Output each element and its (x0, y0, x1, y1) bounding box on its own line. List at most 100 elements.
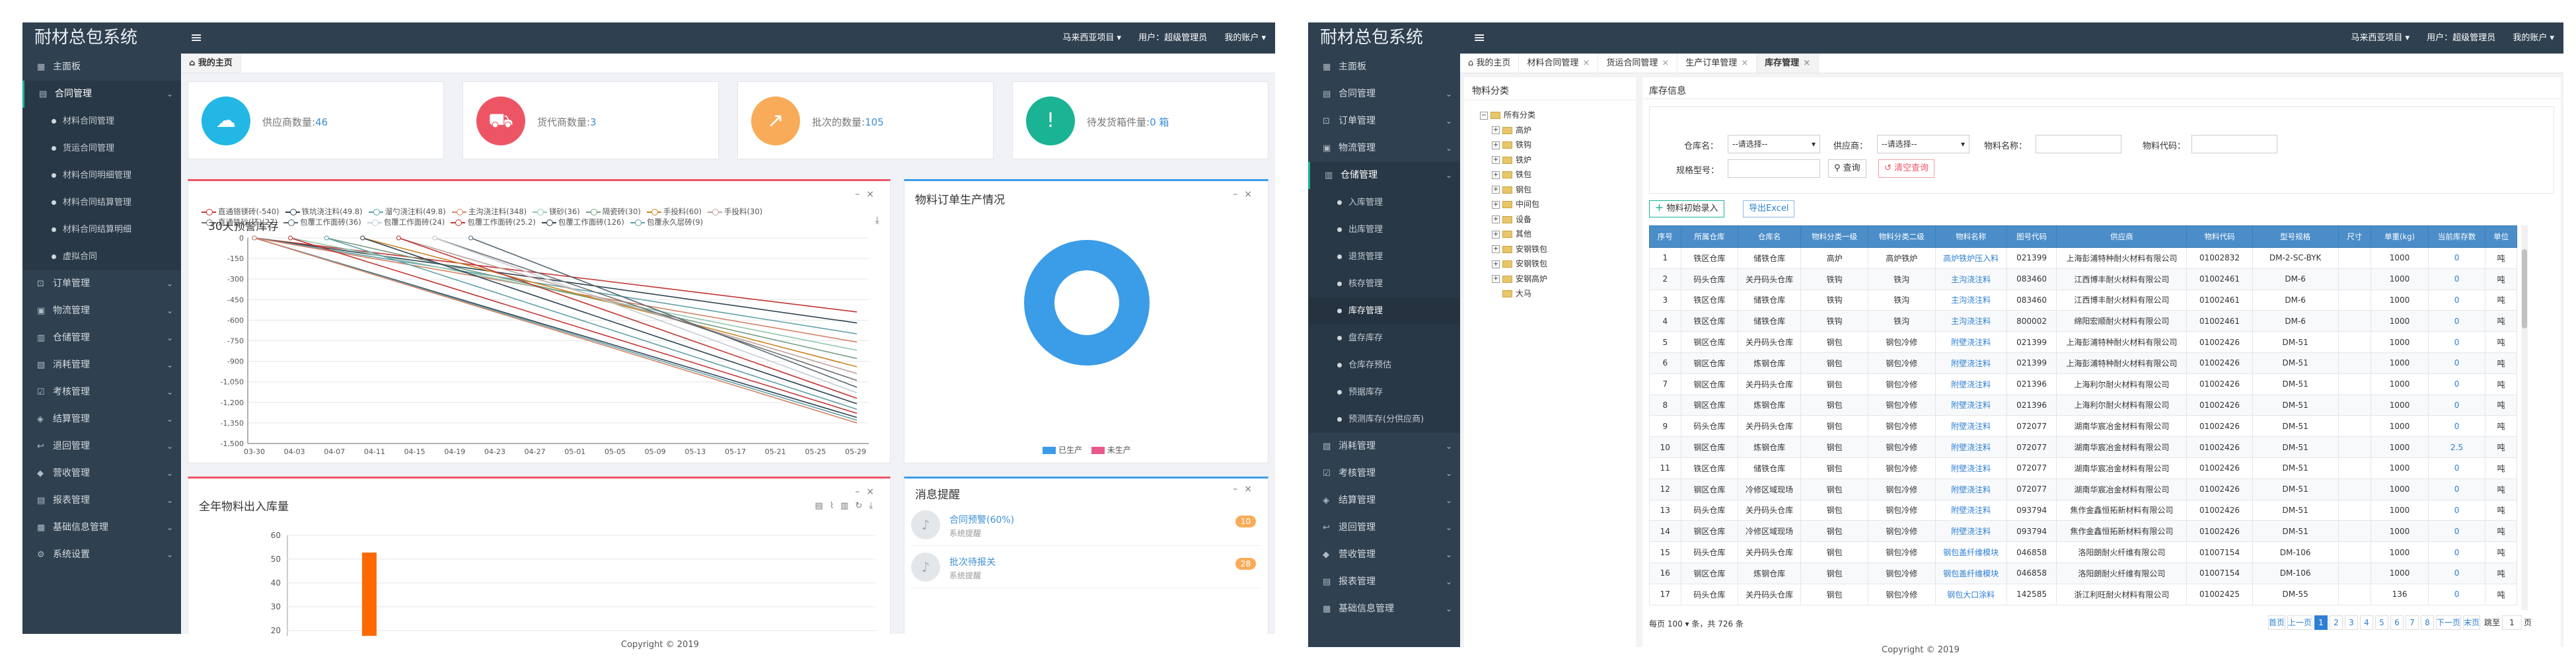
query-button[interactable]: ⚲ 查询 (1828, 159, 1866, 178)
close-tab-icon[interactable]: × (1582, 58, 1590, 68)
tree-node[interactable]: + 铁钩 (1480, 137, 1547, 153)
table-row[interactable]: 13 码头仓库 关丹码头仓库 钢包 钢包冷修 附壁浇注料 093794 焦作金鑫恒拓新材料有限… (1649, 499, 2517, 522)
jump-page-input[interactable]: 1 (2501, 615, 2522, 630)
sidebar-subitem[interactable]: 材料合同明细管理 (22, 162, 181, 189)
sidebar-subitem[interactable]: 库存管理 (1308, 297, 1460, 325)
sidebar-item[interactable]: ▦ 主面板 (22, 54, 181, 81)
page-button[interactable]: 8 (2420, 615, 2434, 630)
table-cell[interactable]: 钢包盖纤维模块 (1934, 541, 2007, 563)
table-row[interactable]: 2 码头仓库 关丹码头仓库 铁钩 铁沟 主沟浇注料 083460 江西博丰耐火材料有限公司 01… (1649, 268, 2517, 290)
table-row[interactable]: 8 钢区仓库 炼钢仓库 钢包 钢包冷修 附壁浇注料 021396 上海利尔耐火材料有限公司 01… (1649, 394, 2517, 416)
sidebar-item[interactable]: ↩ 退回管理 ⌄ (1308, 514, 1460, 541)
table-row[interactable]: 15 码头仓库 关丹码头仓库 钢包 钢包冷修 钢包盖纤维模块 046858 洛阳朗耐火纤维有限… (1649, 541, 2517, 563)
close-tab-icon[interactable]: × (1803, 58, 1810, 68)
tree-node[interactable]: + 安钢高炉 (1480, 272, 1547, 287)
tab[interactable]: ⌂ 我的主页 (1460, 54, 1520, 73)
spec-input[interactable] (1728, 159, 1820, 178)
table-cell[interactable]: 钢包大口涂料 (1934, 583, 2007, 605)
sidebar-item[interactable]: ▤ 合同管理 ⌄ (22, 81, 181, 108)
sidebar-subitem[interactable]: 货运合同管理 (22, 135, 181, 162)
sidebar-item[interactable]: ▥ 仓储管理 ⌄ (1308, 162, 1460, 189)
table-row[interactable]: 9 码头仓库 关丹码头仓库 钢包 钢包冷修 附壁浇注料 072077 湖南华宸冶金材料有限公司… (1649, 415, 2517, 438)
tree-node[interactable]: + 铁包 (1480, 167, 1547, 182)
tree-node[interactable]: − 所有分类 (1480, 108, 1547, 123)
supplier-select[interactable]: --请选择-- ▾ (1877, 135, 1969, 153)
sidebar-item[interactable]: ▣ 物流管理 ⌄ (1308, 135, 1460, 162)
table-cell[interactable]: 附壁浇注料 (1934, 457, 2007, 479)
tree-node[interactable]: + 铁炉 (1480, 153, 1547, 168)
sidebar-item[interactable]: ⚙ 系统设置 ⌄ (22, 541, 181, 568)
tab-home[interactable]: ⌂ 我的主页 (181, 54, 241, 73)
column-header[interactable]: 尺寸 (2337, 225, 2372, 248)
tree-node[interactable]: + 钢包 (1480, 182, 1547, 198)
clear-query-button[interactable]: ↺ 清空查询 (1878, 159, 1935, 178)
sidebar-item[interactable]: ▦ 基础信息管理 ⌄ (22, 514, 181, 541)
table-cell[interactable]: 附壁浇注料 (1934, 478, 2007, 500)
message-title[interactable]: 合同预警(60%) (949, 513, 1014, 526)
page-button[interactable]: 3 (2344, 615, 2358, 630)
sidebar-subitem[interactable]: 预据库存 (1308, 379, 1460, 406)
tab[interactable]: 库存管理 × (1757, 54, 1820, 73)
expand-icon[interactable]: + (1492, 245, 1500, 253)
sidebar-subitem[interactable]: 材料合同结算管理 (22, 189, 181, 216)
expand-icon[interactable]: + (1492, 215, 1500, 223)
account-menu[interactable]: 我的账户 ▾ (2513, 33, 2554, 43)
bar-switch-icon[interactable]: ▥ (840, 501, 855, 511)
tree-node[interactable]: + 安钢铁包 (1480, 242, 1547, 257)
sidebar-item[interactable]: ⊡ 订单管理 ⌄ (1308, 108, 1460, 135)
expand-icon[interactable]: + (1492, 260, 1500, 268)
expand-icon[interactable]: + (1492, 156, 1500, 164)
page-button[interactable]: 7 (2405, 615, 2419, 630)
data-view-icon[interactable]: ▤ (815, 501, 829, 511)
close-tab-icon[interactable]: × (1741, 58, 1748, 68)
sidebar-subitem[interactable]: 退货管理 (1308, 243, 1460, 270)
page-button[interactable]: 4 (2359, 615, 2373, 630)
sidebar-item[interactable]: ☑ 考核管理 ⌄ (22, 379, 181, 406)
account-menu[interactable]: 我的账户 ▾ (1224, 33, 1266, 43)
scrollbar-thumb[interactable] (2522, 249, 2527, 328)
sidebar-item[interactable]: ▤ 报表管理 ⌄ (1308, 568, 1460, 596)
table-cell[interactable]: 附壁浇注料 (1934, 436, 2007, 458)
sidebar-item[interactable]: ▥ 仓储管理 ⌄ (22, 325, 181, 352)
column-header[interactable]: 仓库名 (1738, 225, 1802, 248)
legend-item[interactable]: 隔瓷砖(30) (585, 206, 641, 217)
sidebar-item[interactable]: ◆ 营收管理 ⌄ (22, 460, 181, 487)
close-icon[interactable]: × (866, 189, 881, 200)
sidebar-subitem[interactable]: 虚拟合同 (22, 243, 181, 270)
expand-icon[interactable]: − (1480, 111, 1488, 120)
table-row[interactable]: 14 钢区仓库 冷修区域现场 钢包 钢包冷修 附壁浇注料 093794 焦作金鑫恒拓新材料有限… (1649, 520, 2517, 543)
tree-node[interactable]: + 安钢铁包 (1480, 256, 1547, 272)
expand-icon[interactable]: + (1492, 171, 1500, 179)
menu-toggle-icon[interactable]: ≡ (190, 22, 202, 54)
sidebar-item[interactable]: ▧ 消耗管理 ⌄ (1308, 433, 1460, 460)
column-header[interactable]: 物料分类一级 (1800, 225, 1868, 248)
table-row[interactable]: 16 钢区仓库 炼钢仓库 钢包 钢包冷修 钢包盖纤维模块 046858 洛阳朗耐火纤维有限公司… (1649, 562, 2517, 584)
tree-node[interactable]: 大马 (1480, 286, 1547, 301)
column-header[interactable]: 当前库存数 (2427, 225, 2486, 248)
expand-icon[interactable]: + (1492, 126, 1500, 134)
expand-icon[interactable]: + (1492, 275, 1500, 283)
legend-item[interactable]: 镁砂(36) (533, 206, 580, 217)
table-cell[interactable]: 附壁浇注料 (1934, 520, 2007, 543)
table-cell[interactable]: 主沟浇注料 (1934, 289, 2007, 311)
table-row[interactable]: 3 铁区仓库 储铁仓库 铁钩 铁沟 主沟浇注料 083460 江西博丰耐火材料有限公司 0100… (1649, 289, 2517, 311)
message-item[interactable]: ♪ 合同预警(60%) 系统提醒 10 (911, 505, 1261, 546)
table-row[interactable]: 7 钢区仓库 关丹码头仓库 钢包 钢包冷修 附壁浇注料 021396 上海利尔耐火材料有限公司… (1649, 373, 2517, 395)
tab[interactable]: 生产订单管理 × (1677, 54, 1757, 73)
sidebar-item[interactable]: ▦ 基础信息管理 ⌄ (1308, 596, 1460, 623)
column-header[interactable]: 单重(kg) (2371, 225, 2429, 248)
restore-icon[interactable]: ↻ (855, 501, 869, 511)
table-scrollbar[interactable] (2521, 225, 2528, 610)
close-tab-icon[interactable]: × (1662, 58, 1669, 68)
tree-node[interactable]: + 高炉 (1480, 123, 1547, 138)
page-button[interactable]: 2 (2329, 615, 2343, 630)
close-icon[interactable]: × (1244, 484, 1259, 494)
table-cell[interactable]: 高炉铁炉压入料 (1934, 247, 2007, 269)
legend-item[interactable]: 直通铬镁砖(-540) (202, 206, 279, 217)
page-button[interactable]: 5 (2374, 615, 2388, 630)
collapse-icon[interactable]: – (855, 486, 866, 497)
sidebar-item[interactable]: ▤ 合同管理 ⌄ (1308, 81, 1460, 108)
table-row[interactable]: 11 铁区仓库 储铁仓库 钢包 钢包冷修 附壁浇注料 072077 湖南华宸冶金材料有限公司 0… (1649, 457, 2517, 479)
column-header[interactable]: 物料名称 (1934, 225, 2007, 248)
message-item[interactable]: ♪ 批次待报关 系统提醒 28 (911, 547, 1261, 588)
